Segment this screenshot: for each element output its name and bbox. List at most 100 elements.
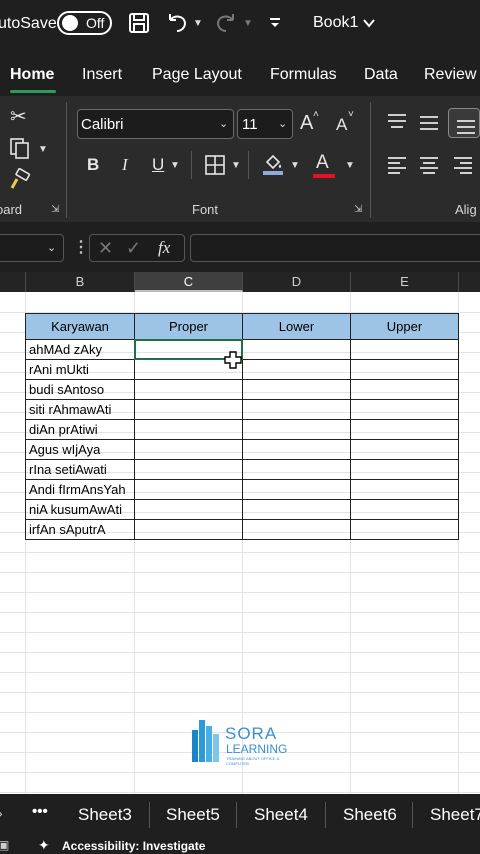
grow-font-button[interactable]: A <box>300 112 313 135</box>
name-cell[interactable]: rAni mUkti <box>25 359 135 380</box>
align-right-icon[interactable] <box>452 154 474 176</box>
shrink-font-button[interactable]: A <box>336 115 347 135</box>
proper-cell[interactable] <box>134 419 243 440</box>
name-cell[interactable]: budi sAntoso <box>25 379 135 400</box>
tab-home[interactable]: Home <box>10 66 54 84</box>
tab-data[interactable]: Data <box>364 66 398 84</box>
underline-dropdown-icon[interactable]: ▼ <box>170 160 180 171</box>
upper-cell[interactable] <box>350 399 459 420</box>
cancel-icon[interactable]: ✕ <box>98 238 113 259</box>
upper-cell[interactable] <box>350 359 459 380</box>
column-header-e[interactable]: E <box>351 272 459 292</box>
name-cell[interactable]: siti rAhmawAti <box>25 399 135 420</box>
proper-cell[interactable] <box>134 499 243 520</box>
accessibility-icon[interactable]: ✦ <box>38 837 50 854</box>
proper-cell[interactable] <box>134 479 243 500</box>
column-header-d[interactable]: D <box>243 272 351 292</box>
column-header-f[interactable] <box>459 272 480 292</box>
font-launcher-icon[interactable]: ⇲ <box>354 204 362 215</box>
copy-icon[interactable] <box>8 136 32 160</box>
workbook-name[interactable]: Book1 <box>313 14 358 32</box>
insert-function-button[interactable]: fx <box>158 238 170 258</box>
format-painter-icon[interactable] <box>8 168 32 192</box>
scroll-left-icon[interactable]: › <box>0 805 3 821</box>
lower-cell[interactable] <box>242 419 351 440</box>
upper-cell[interactable] <box>350 379 459 400</box>
lower-cell[interactable] <box>242 519 351 540</box>
tab-insert[interactable]: Insert <box>82 66 122 84</box>
cut-icon[interactable]: ✂ <box>10 104 27 129</box>
sheet-tab-sheet7[interactable]: Sheet7 <box>430 805 480 825</box>
more-options-icon[interactable]: ⋮ <box>73 237 89 257</box>
sheet-tab-sheet3[interactable]: Sheet3 <box>78 805 132 825</box>
upper-cell[interactable] <box>350 419 459 440</box>
fill-color-icon[interactable] <box>261 152 285 176</box>
upper-cell[interactable] <box>350 339 459 360</box>
upper-cell[interactable] <box>350 479 459 500</box>
redo-dropdown-icon[interactable]: ▼ <box>243 18 253 29</box>
header-upper[interactable]: Upper <box>350 313 459 340</box>
font-color-button[interactable]: A <box>316 152 329 174</box>
lower-cell[interactable] <box>242 459 351 480</box>
header-karyawan[interactable]: Karyawan <box>25 313 135 340</box>
autosave-toggle[interactable]: Off <box>57 11 112 35</box>
name-cell[interactable]: rIna setiAwati <box>25 459 135 480</box>
tab-review[interactable]: Review <box>424 66 476 84</box>
align-middle-icon[interactable] <box>418 114 440 134</box>
font-color-dropdown-icon[interactable]: ▼ <box>345 160 355 171</box>
lower-cell[interactable] <box>242 399 351 420</box>
undo-icon[interactable] <box>165 11 189 35</box>
tab-formulas[interactable]: Formulas <box>270 66 337 84</box>
copy-dropdown-icon[interactable]: ▼ <box>38 144 48 155</box>
tab-page-layout[interactable]: Page Layout <box>152 66 242 84</box>
name-cell[interactable]: niA kusumAwAti <box>25 499 135 520</box>
lower-cell[interactable] <box>242 479 351 500</box>
customize-toolbar-icon[interactable] <box>268 16 282 30</box>
align-bottom-button[interactable] <box>448 108 480 138</box>
upper-cell[interactable] <box>350 439 459 460</box>
name-cell[interactable]: Andi fIrmAnsYah <box>25 479 135 500</box>
header-lower[interactable]: Lower <box>242 313 351 340</box>
name-cell[interactable]: diAn prAtiwi <box>25 419 135 440</box>
proper-cell[interactable] <box>134 379 243 400</box>
column-header-b[interactable]: B <box>26 272 135 292</box>
name-cell[interactable]: irfAn sAputrA <box>25 519 135 540</box>
name-box[interactable]: ⌄ <box>0 234 64 262</box>
lower-cell[interactable] <box>242 379 351 400</box>
lower-cell[interactable] <box>242 339 351 360</box>
lower-cell[interactable] <box>242 359 351 380</box>
upper-cell[interactable] <box>350 519 459 540</box>
align-left-icon[interactable] <box>386 154 408 176</box>
bold-button[interactable]: B <box>87 155 99 175</box>
formula-input[interactable] <box>190 234 480 262</box>
upper-cell[interactable] <box>350 459 459 480</box>
font-name-select[interactable]: Calibri ⌄ <box>77 109 234 139</box>
sheet-tab-sheet6[interactable]: Sheet6 <box>343 805 397 825</box>
header-proper[interactable]: Proper <box>134 313 243 340</box>
workbook-chevron-icon[interactable] <box>362 17 376 29</box>
fill-color-dropdown-icon[interactable]: ▼ <box>290 160 300 171</box>
name-cell[interactable]: ahMAd zAky <box>25 339 135 360</box>
column-header-a[interactable] <box>0 272 26 292</box>
sheet-tab-sheet5[interactable]: Sheet5 <box>166 805 220 825</box>
sheet-tab-sheet4[interactable]: Sheet4 <box>254 805 308 825</box>
undo-dropdown-icon[interactable]: ▼ <box>193 18 203 29</box>
enter-icon[interactable]: ✓ <box>126 238 141 259</box>
column-header-c[interactable]: C <box>135 272 243 292</box>
macro-icon[interactable]: ▣ <box>0 838 9 852</box>
borders-icon[interactable] <box>204 154 226 176</box>
proper-cell[interactable] <box>134 519 243 540</box>
name-cell[interactable]: Agus wIjAya <box>25 439 135 460</box>
upper-cell[interactable] <box>350 499 459 520</box>
font-size-select[interactable]: 11 ⌄ <box>237 109 293 139</box>
borders-dropdown-icon[interactable]: ▼ <box>231 160 241 171</box>
underline-button[interactable]: U <box>152 155 164 175</box>
save-icon[interactable] <box>128 12 150 34</box>
align-center-icon[interactable] <box>418 154 440 176</box>
accessibility-status[interactable]: Accessibility: Investigate <box>62 839 205 853</box>
proper-cell[interactable] <box>134 459 243 480</box>
redo-icon[interactable] <box>214 11 238 35</box>
proper-cell[interactable] <box>134 399 243 420</box>
proper-cell[interactable] <box>134 439 243 460</box>
lower-cell[interactable] <box>242 439 351 460</box>
